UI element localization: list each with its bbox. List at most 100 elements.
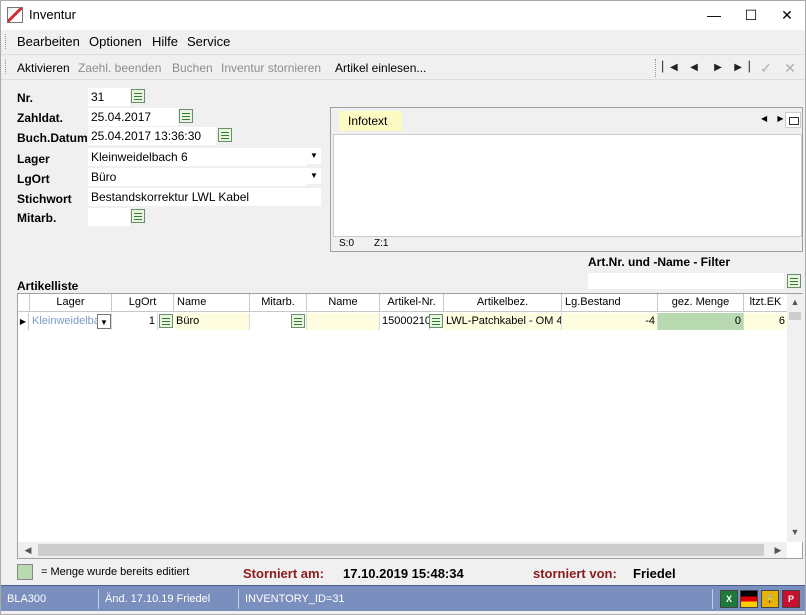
nr-picker-icon[interactable] bbox=[131, 89, 145, 103]
cell-artikel-nr[interactable]: 15000210 bbox=[380, 313, 430, 330]
toolbar: Aktivieren Zaehl. beenden Buchen Inventu… bbox=[1, 54, 805, 80]
close-button[interactable]: ✕ bbox=[764, 1, 806, 30]
storniert-von-label: storniert von: bbox=[533, 566, 617, 581]
col-artikelbez[interactable]: Artikelbez. bbox=[444, 294, 562, 312]
col-lager[interactable]: Lager bbox=[30, 294, 112, 312]
buchdatum-label: Buch.Datum bbox=[17, 131, 88, 145]
filter-label: Art.Nr. und -Name - Filter bbox=[588, 255, 731, 269]
grid-vertical-scrollbar[interactable]: ▲ ▼ bbox=[787, 294, 803, 542]
edited-legend-text: = Menge wurde bereits editiert bbox=[41, 566, 190, 578]
col-name[interactable]: Name bbox=[174, 294, 250, 312]
nr-label: Nr. bbox=[17, 91, 34, 105]
artikel-grid[interactable]: Lager LgOrt Name Mitarb. Name Artikel-Nr… bbox=[17, 293, 803, 559]
prev-record-icon[interactable]: ◀ bbox=[684, 59, 704, 77]
filter-picker-icon[interactable] bbox=[787, 274, 801, 288]
artikelliste-label: Artikelliste bbox=[17, 279, 79, 293]
cell-gez-menge[interactable]: 0 bbox=[658, 313, 744, 330]
infotext-status-s: S:0 bbox=[339, 238, 355, 249]
lager-dropdown-icon[interactable]: ▼ bbox=[307, 148, 321, 164]
cell-artikel-picker-icon[interactable] bbox=[429, 314, 443, 328]
tab-infotext[interactable]: Infotext bbox=[339, 111, 402, 131]
lgort-label: LgOrt bbox=[17, 172, 50, 186]
col-gez-menge[interactable]: gez. Menge bbox=[658, 294, 744, 312]
artikel-einlesen-button[interactable]: Artikel einlesen... bbox=[335, 61, 426, 75]
stichwort-field[interactable]: Bestandskorrektur LWL Kabel bbox=[88, 188, 321, 206]
infotext-editor[interactable] bbox=[333, 134, 802, 237]
grid-header: Lager LgOrt Name Mitarb. Name Artikel-Nr… bbox=[18, 294, 787, 312]
scroll-right-icon[interactable]: ▶ bbox=[770, 542, 786, 558]
next-record-icon[interactable]: ▶ bbox=[708, 59, 728, 77]
row-header-corner bbox=[18, 294, 30, 312]
toolbar-grip-icon bbox=[5, 59, 8, 74]
window-title: Inventur bbox=[29, 7, 76, 22]
cell-artikelbez: LWL-Patchkabel - OM 4 bbox=[444, 313, 562, 330]
status-module: BLA300 bbox=[3, 589, 99, 609]
lager-select[interactable]: Kleinweidelbach 6 bbox=[88, 148, 307, 166]
storniert-am-label: Storniert am: bbox=[243, 566, 324, 581]
app-icon bbox=[7, 7, 23, 23]
cell-mitarb-picker-icon[interactable] bbox=[291, 314, 305, 328]
col-lg-bestand[interactable]: Lg.Bestand bbox=[562, 294, 658, 312]
filter-input[interactable] bbox=[588, 273, 784, 289]
lock-icon[interactable]: 🔒 bbox=[761, 590, 779, 608]
nr-field[interactable]: 31 bbox=[88, 88, 130, 106]
scroll-left-icon[interactable]: ◀ bbox=[20, 542, 36, 558]
scroll-up-icon[interactable]: ▲ bbox=[787, 294, 803, 310]
status-changed: Änd. 17.10.19 Friedel bbox=[101, 589, 239, 609]
mitarb-picker-icon[interactable] bbox=[131, 209, 145, 223]
inventur-stornieren-button[interactable]: Inventur stornieren bbox=[221, 61, 321, 75]
first-record-icon[interactable]: ▏◀ bbox=[660, 59, 680, 77]
excel-export-icon[interactable]: X bbox=[720, 590, 738, 608]
aktivieren-button[interactable]: Aktivieren bbox=[17, 61, 70, 75]
menu-grip-icon bbox=[5, 34, 8, 49]
confirm-icon[interactable]: ✓ bbox=[756, 59, 776, 77]
grid-horizontal-scrollbar[interactable]: ◀ ▶ bbox=[18, 542, 787, 558]
scroll-down-icon[interactable]: ▼ bbox=[787, 524, 803, 540]
lgort-select[interactable]: Büro bbox=[88, 168, 307, 186]
infotext-panel: Infotext ◀ ▶ S:0 Z:1 bbox=[330, 107, 803, 252]
cell-lg-bestand: -4 bbox=[562, 313, 658, 330]
cell-mitarb-name bbox=[307, 313, 380, 330]
inventur-window: Inventur — ☐ ✕ Bearbeiten Optionen Hilfe… bbox=[0, 0, 806, 615]
col-lgort[interactable]: LgOrt bbox=[112, 294, 174, 312]
zahldat-calendar-icon[interactable] bbox=[179, 109, 193, 123]
last-record-icon[interactable]: ▶▕ bbox=[732, 59, 752, 77]
col-ltzt-ek[interactable]: ltzt.EK bbox=[744, 294, 787, 312]
tab-scroll-arrows-icon[interactable]: ◀ ▶ bbox=[761, 114, 788, 123]
infotext-expand-icon[interactable] bbox=[785, 112, 801, 128]
table-row[interactable]: Kleinweidelba ▼ 1 Büro 15000210 LWL-Patc… bbox=[18, 313, 787, 330]
storniert-am-value: 17.10.2019 15:48:34 bbox=[343, 566, 464, 581]
zaehl-beenden-button[interactable]: Zaehl. beenden bbox=[78, 61, 161, 75]
cancel-icon[interactable]: ✕ bbox=[780, 59, 800, 77]
toolbar-separator bbox=[655, 59, 656, 77]
col-artikel-nr[interactable]: Artikel-Nr. bbox=[380, 294, 444, 312]
cell-lgort-picker-icon[interactable] bbox=[159, 314, 173, 328]
menu-service[interactable]: Service bbox=[187, 34, 230, 49]
buchdatum-calendar-icon[interactable] bbox=[218, 128, 232, 142]
vertical-scroll-thumb[interactable] bbox=[789, 312, 801, 320]
cell-lgort[interactable]: 1 bbox=[112, 313, 158, 330]
col-mitarb-name[interactable]: Name bbox=[307, 294, 380, 312]
menu-optionen[interactable]: Optionen bbox=[89, 34, 142, 49]
menu-bearbeiten[interactable]: Bearbeiten bbox=[17, 34, 80, 49]
cell-lgort-name: Büro bbox=[174, 313, 250, 330]
zahldat-label: Zahldat. bbox=[17, 111, 64, 125]
lgort-dropdown-icon[interactable]: ▼ bbox=[307, 168, 321, 184]
german-flag-icon[interactable] bbox=[740, 590, 758, 608]
horizontal-scroll-thumb[interactable] bbox=[38, 544, 764, 556]
zahldat-field[interactable]: 25.04.2017 bbox=[88, 108, 178, 126]
lager-label: Lager bbox=[17, 152, 50, 166]
pdf-export-icon[interactable]: P bbox=[782, 590, 800, 608]
buchen-button[interactable]: Buchen bbox=[172, 61, 213, 75]
edited-legend-swatch bbox=[17, 564, 33, 580]
menu-hilfe[interactable]: Hilfe bbox=[152, 34, 178, 49]
buchdatum-field[interactable]: 25.04.2017 13:36:30 bbox=[88, 127, 216, 145]
status-bar: BLA300 Änd. 17.10.19 Friedel INVENTORY_I… bbox=[1, 585, 805, 611]
menu-bar: Bearbeiten Optionen Hilfe Service bbox=[1, 30, 805, 52]
title-bar: Inventur — ☐ ✕ bbox=[1, 1, 805, 30]
infotext-status-z: Z:1 bbox=[374, 238, 389, 249]
mitarb-field[interactable] bbox=[88, 208, 130, 226]
col-mitarb[interactable]: Mitarb. bbox=[250, 294, 307, 312]
cell-lager-dropdown-icon[interactable]: ▼ bbox=[97, 314, 111, 329]
storniert-von-value: Friedel bbox=[633, 566, 676, 581]
